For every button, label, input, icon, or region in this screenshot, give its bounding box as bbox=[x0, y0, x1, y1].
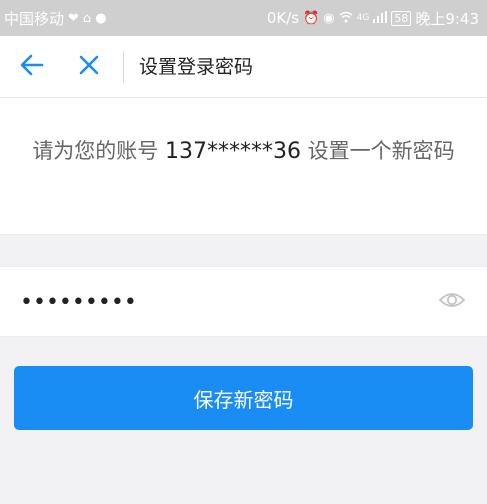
header-divider bbox=[123, 51, 124, 83]
signal-icon bbox=[373, 10, 388, 26]
carrier-name: 中国移动 bbox=[4, 9, 65, 28]
notification-icon: ⌂ bbox=[82, 10, 92, 26]
prompt-text-after: 设置一个新密码 bbox=[301, 139, 455, 163]
account-phone: 137******36 bbox=[165, 139, 301, 164]
page-title: 设置登录密码 bbox=[139, 56, 254, 78]
eye-icon bbox=[438, 290, 466, 314]
page-header: 设置登录密码 bbox=[0, 36, 487, 98]
password-row bbox=[0, 266, 487, 337]
alarm-icon: ⏰ bbox=[303, 10, 320, 26]
new-password-input[interactable] bbox=[20, 285, 420, 319]
password-visibility-toggle[interactable] bbox=[437, 289, 467, 315]
close-icon bbox=[78, 54, 100, 80]
prompt-card: 请为您的账号 137******36 设置一个新密码 bbox=[0, 98, 487, 235]
save-password-button[interactable]: 保存新密码 bbox=[14, 366, 473, 430]
prompt-message: 请为您的账号 137******36 设置一个新密码 bbox=[20, 136, 467, 167]
close-button[interactable] bbox=[75, 53, 103, 81]
clock: 晚上9:43 bbox=[415, 9, 479, 28]
status-bar: 中国移动 ❤ ⌂ ● 0K/s ⏰ ◉ 4G 58 晚上9:43 bbox=[0, 0, 487, 36]
signal-label: 4G bbox=[356, 12, 370, 23]
eye-comfort-icon: ◉ bbox=[323, 10, 335, 26]
back-button[interactable] bbox=[18, 53, 46, 81]
wifi-icon bbox=[339, 11, 353, 26]
battery-icon: 58 bbox=[391, 10, 412, 26]
network-speed: 0K/s bbox=[266, 9, 300, 27]
app-notification-icon: ● bbox=[95, 10, 107, 26]
status-bar-right: 0K/s ⏰ ◉ 4G 58 晚上9:43 bbox=[267, 8, 479, 29]
status-bar-left: 中国移动 ❤ ⌂ ● bbox=[4, 8, 107, 29]
arrow-left-icon bbox=[20, 54, 44, 80]
prompt-text-before: 请为您的账号 bbox=[32, 139, 165, 163]
heart-icon: ❤ bbox=[68, 10, 79, 26]
